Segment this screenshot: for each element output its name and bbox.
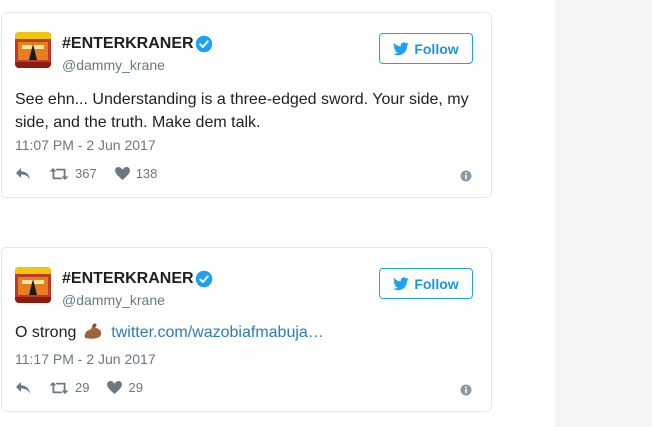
twitter-bird-icon <box>393 276 410 290</box>
verified-badge-icon <box>195 35 213 53</box>
reply-icon <box>16 381 30 393</box>
follow-button[interactable]: Follow <box>379 268 473 299</box>
right-rail <box>555 0 652 427</box>
display-name[interactable]: #ENTERKRANER <box>62 270 194 288</box>
reply-button[interactable] <box>15 167 31 181</box>
display-name[interactable]: #ENTERKRANER <box>62 35 194 53</box>
avatar[interactable] <box>15 267 51 303</box>
follow-label: Follow <box>414 275 459 292</box>
heart-icon <box>107 381 123 394</box>
tweet-link[interactable]: twitter.com/wazobiafmabuja… <box>111 324 324 341</box>
flexed-biceps-icon <box>84 323 102 339</box>
info-icon[interactable] <box>460 384 472 396</box>
user-handle[interactable]: @dammy_krane <box>62 57 165 73</box>
retweet-button[interactable]: 367 <box>49 166 97 181</box>
tweet-actions: 29 29 <box>15 380 161 395</box>
tweet-text: O strong twitter.com/wazobiafmabuja… <box>15 321 485 344</box>
retweet-count: 29 <box>75 380 90 395</box>
retweet-count: 367 <box>75 166 97 181</box>
verified-badge-icon <box>195 270 213 288</box>
like-count: 138 <box>135 166 158 181</box>
tweet-text-body: O strong <box>15 324 77 341</box>
twitter-bird-icon <box>393 41 410 55</box>
follow-button[interactable]: Follow <box>379 33 473 64</box>
retweet-icon <box>49 167 69 180</box>
heart-icon <box>114 167 130 180</box>
embedded-tweet: #ENTERKRANER @dammy_krane Follow See ehn… <box>1 12 492 198</box>
tweet-timestamp[interactable]: 11:17 PM - 2 Jun 2017 <box>15 351 156 367</box>
tweet-timestamp[interactable]: 11:07 PM - 2 Jun 2017 <box>15 137 156 153</box>
embedded-tweet: #ENTERKRANER @dammy_krane Follow O stron… <box>1 247 492 412</box>
retweet-icon <box>49 381 69 394</box>
follow-label: Follow <box>414 40 459 57</box>
like-button[interactable]: 138 <box>114 166 158 181</box>
like-count: 29 <box>128 380 143 395</box>
reply-button[interactable] <box>15 381 31 395</box>
avatar[interactable] <box>15 32 51 68</box>
user-handle[interactable]: @dammy_krane <box>62 292 165 308</box>
info-icon[interactable] <box>460 170 472 182</box>
retweet-button[interactable]: 29 <box>49 380 89 395</box>
tweet-actions: 367 138 <box>15 166 175 181</box>
tweet-text: See ehn... Understanding is a three-edge… <box>15 91 469 131</box>
like-button[interactable]: 29 <box>107 380 143 395</box>
reply-icon <box>16 167 30 179</box>
